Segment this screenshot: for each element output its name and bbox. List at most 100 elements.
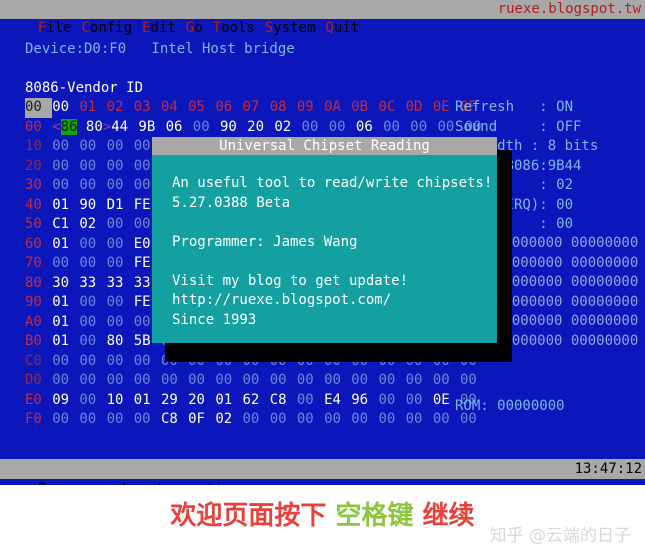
hex-byte[interactable]: 00 <box>79 391 106 411</box>
hex-byte[interactable]: E4 <box>324 391 351 411</box>
hex-byte[interactable]: 00 <box>433 371 460 391</box>
hex-byte[interactable]: 00 <box>324 410 351 430</box>
hex-byte[interactable]: 00 <box>351 371 378 391</box>
hex-byte[interactable]: 00 <box>79 371 106 391</box>
hex-byte[interactable]: 20 <box>247 118 274 138</box>
hex-byte[interactable]: 00 <box>107 371 134 391</box>
hex-byte[interactable]: 9B <box>138 118 165 138</box>
hex-byte[interactable]: 33 <box>107 274 134 294</box>
hex-byte[interactable]: 00 <box>79 254 106 274</box>
hex-byte[interactable]: 00 <box>406 391 433 411</box>
hex-row[interactable]: F0 00 00 00 00 C8 0F 02 00 00 00 00 00 00 00 00 00 <box>25 410 492 430</box>
hex-byte[interactable]: 00 <box>52 410 79 430</box>
hex-byte[interactable]: 00 <box>324 371 351 391</box>
hex-byte[interactable]: 00 <box>297 371 324 391</box>
hex-byte[interactable]: 00 <box>107 352 134 372</box>
menu-item-config[interactable]: Config <box>81 19 132 38</box>
hex-byte[interactable]: 00 <box>378 371 405 391</box>
hex-byte[interactable]: D1 <box>107 196 134 216</box>
hex-byte[interactable]: 00 <box>52 176 79 196</box>
hex-byte[interactable]: 90 <box>79 196 106 216</box>
hex-byte[interactable]: 00 <box>383 118 410 138</box>
hex-byte[interactable]: 00 <box>79 176 106 196</box>
hex-byte[interactable]: 00 <box>107 157 134 177</box>
hex-byte[interactable]: 00 <box>107 313 134 333</box>
hex-byte[interactable]: 00 <box>297 410 324 430</box>
hex-byte[interactable]: 00 <box>52 254 79 274</box>
hex-byte[interactable]: C8 <box>270 391 297 411</box>
hex-byte[interactable]: 96 <box>351 391 378 411</box>
hex-byte[interactable]: 00 <box>297 391 324 411</box>
hex-byte[interactable]: 00 <box>107 235 134 255</box>
hex-byte[interactable]: 00 <box>79 352 106 372</box>
hex-byte[interactable]: 01 <box>52 196 79 216</box>
hex-byte[interactable]: 06 <box>166 118 193 138</box>
hex-byte[interactable]: 00 <box>406 410 433 430</box>
hex-byte[interactable]: 00 <box>460 371 487 391</box>
hex-byte[interactable]: 01 <box>134 391 161 411</box>
hex-byte[interactable]: 00 <box>52 371 79 391</box>
hex-byte[interactable]: 00 <box>52 157 79 177</box>
hex-byte[interactable]: 80 <box>107 332 134 352</box>
hex-byte[interactable]: 00 <box>270 371 297 391</box>
hex-byte[interactable]: 10 <box>107 391 134 411</box>
hex-byte[interactable]: C8 <box>161 410 188 430</box>
menu-item-system[interactable]: System <box>265 19 316 38</box>
hex-byte[interactable]: 0F <box>188 410 215 430</box>
hex-byte[interactable]: 00 <box>270 410 297 430</box>
hex-byte[interactable]: 00 <box>378 391 405 411</box>
hex-byte[interactable]: 00 <box>378 410 405 430</box>
hex-byte[interactable]: 00 <box>134 352 161 372</box>
hex-byte[interactable]: 44 <box>111 118 138 138</box>
hex-byte[interactable]: 02 <box>274 118 301 138</box>
hex-byte[interactable]: 80> <box>77 118 111 138</box>
hex-byte[interactable]: 00 <box>107 215 134 235</box>
hex-byte[interactable]: 20 <box>188 391 215 411</box>
hex-byte[interactable]: 00 <box>107 293 134 313</box>
hex-byte[interactable]: 00 <box>134 410 161 430</box>
hex-byte[interactable]: 00 <box>107 254 134 274</box>
hex-byte[interactable]: 09 <box>52 391 79 411</box>
hex-byte[interactable]: 00 <box>107 410 134 430</box>
hex-byte[interactable]: <86 <box>52 118 78 138</box>
hex-byte[interactable]: 30 <box>52 274 79 294</box>
hex-byte[interactable]: 00 <box>329 118 356 138</box>
hex-byte[interactable]: 00 <box>79 332 106 352</box>
hex-byte[interactable]: 00 <box>410 118 437 138</box>
hex-byte[interactable]: 01 <box>52 332 79 352</box>
hex-byte[interactable]: 00 <box>79 137 106 157</box>
hex-byte[interactable]: 00 <box>406 371 433 391</box>
hex-byte[interactable]: 00 <box>107 137 134 157</box>
hex-byte[interactable]: 00 <box>79 157 106 177</box>
hex-byte[interactable]: 62 <box>243 391 270 411</box>
hex-byte[interactable]: 00 <box>193 118 220 138</box>
hex-byte[interactable]: 00 <box>52 137 79 157</box>
hex-byte[interactable]: 00 <box>134 371 161 391</box>
hex-byte[interactable]: 00 <box>243 410 270 430</box>
hex-byte[interactable]: 00 <box>79 313 106 333</box>
hex-byte[interactable]: 00 <box>215 371 242 391</box>
hex-byte[interactable]: C1 <box>52 215 79 235</box>
hex-row[interactable]: D0 00 00 00 00 00 00 00 00 00 00 00 00 00 00 00 00 <box>25 371 492 391</box>
hex-byte[interactable]: 00 <box>243 371 270 391</box>
hex-byte[interactable]: 90 <box>220 118 247 138</box>
hex-byte[interactable]: 02 <box>79 215 106 235</box>
hex-byte[interactable]: 00 <box>79 410 106 430</box>
hex-byte-selected[interactable]: 86 <box>60 118 78 135</box>
hex-byte[interactable]: 01 <box>52 293 79 313</box>
hex-byte[interactable]: 01 <box>52 235 79 255</box>
hex-byte[interactable]: 29 <box>161 391 188 411</box>
hex-byte[interactable]: 00 <box>107 176 134 196</box>
hex-row[interactable]: 00 <86 80>44 9B 06 00 90 20 02 00 00 06 00 00 00 00 <box>25 118 492 138</box>
menu-item-quit[interactable]: Quit <box>325 19 359 38</box>
hex-byte[interactable]: 00 <box>79 235 106 255</box>
menu-item-tools[interactable]: Tools <box>213 19 255 38</box>
hex-byte[interactable]: 01 <box>52 313 79 333</box>
hex-byte[interactable]: 06 <box>356 118 383 138</box>
menu-item-go[interactable]: Go <box>186 19 203 38</box>
hex-byte[interactable]: 00 <box>161 371 188 391</box>
hex-byte[interactable]: 00 <box>52 352 79 372</box>
hex-byte[interactable]: 00 <box>79 293 106 313</box>
hex-byte[interactable]: 00 <box>351 410 378 430</box>
hex-byte[interactable]: 01 <box>215 391 242 411</box>
